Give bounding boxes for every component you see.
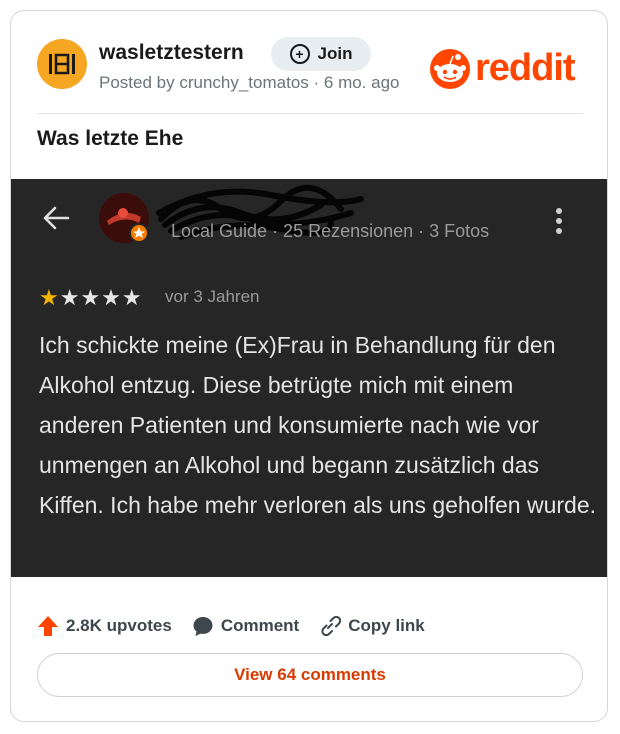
avatar-image	[99, 193, 149, 243]
divider	[37, 113, 583, 114]
view-comments-button[interactable]: View 64 comments	[37, 653, 583, 697]
more-options-icon[interactable]	[555, 207, 563, 235]
reddit-wordmark: reddit	[475, 47, 576, 89]
copy-link-button[interactable]: Copy link	[319, 615, 425, 637]
post-title[interactable]: Was letzte Ehe	[37, 127, 183, 151]
post-card: wasletztestern + Join Posted by crunchy_…	[10, 10, 608, 722]
subreddit-icon[interactable]	[37, 39, 87, 89]
join-button[interactable]: + Join	[271, 37, 371, 71]
review-text: Ich schickte meine (Ex)Frau in Behandlun…	[39, 332, 597, 518]
reviewer-meta: Local Guide · 25 Rezensionen · 3 Fotos	[171, 221, 490, 241]
star-empty-icon: ★★★★	[59, 285, 143, 310]
post-header: wasletztestern + Join Posted by crunchy_…	[11, 11, 607, 111]
posted-by: Posted by crunchy_tomatos · 6 mo. ago	[99, 73, 400, 92]
review-time: vor 3 Jahren	[165, 287, 260, 306]
action-bar: 2.8K upvotes Comment Copy link	[37, 615, 445, 637]
link-icon	[321, 615, 342, 637]
pallet-icon	[49, 53, 75, 75]
reviewer-avatar	[99, 193, 149, 243]
copy-link-label: Copy link	[348, 616, 425, 635]
post-image[interactable]: Local Guide · 25 Rezensionen · 3 Fotos ★…	[11, 179, 607, 577]
comment-bubble-icon	[193, 617, 213, 636]
reddit-logo: reddit	[429, 47, 576, 90]
back-arrow-icon	[43, 206, 70, 230]
upvote-arrow-icon	[38, 616, 58, 636]
star-filled-icon: ★	[39, 285, 60, 310]
join-label: Join	[317, 44, 353, 63]
comment-label: Comment	[220, 616, 300, 635]
upvote-button[interactable]: 2.8K upvotes	[37, 615, 172, 637]
plus-icon: +	[289, 44, 310, 64]
star-rating: ★★★★★	[39, 285, 143, 311]
comment-button[interactable]: Comment	[192, 615, 299, 637]
upvote-count: 2.8K upvotes	[66, 616, 172, 635]
subreddit-name[interactable]: wasletztestern	[99, 41, 244, 65]
reddit-snoo-icon	[430, 48, 470, 89]
